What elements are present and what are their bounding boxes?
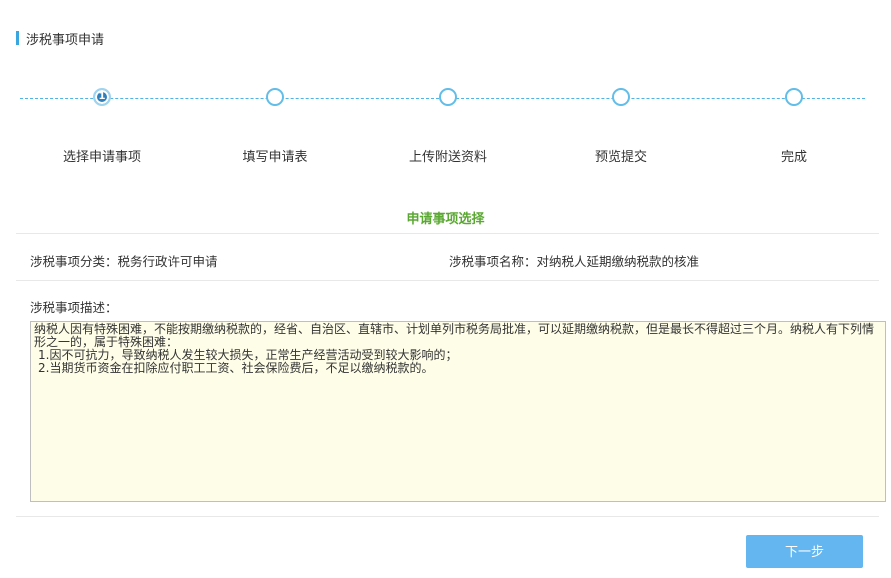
tax-item-name: 涉税事项名称：对纳税人延期缴纳税款的核准	[449, 254, 700, 269]
page-title-text: 涉税事项申请	[26, 32, 105, 48]
divider	[16, 233, 879, 234]
progress-steps: 1 选择申请事项 填写申请表 上传附送资料 预览提交 完成	[0, 86, 891, 166]
next-step-button[interactable]: 下一步	[746, 535, 863, 568]
step-4-label: 预览提交	[594, 150, 647, 165]
tax-item-category: 涉税事项分类：税务行政许可申请	[30, 254, 218, 269]
step-5-label: 完成	[780, 150, 807, 165]
step-select-item: 1 选择申请事项	[42, 86, 162, 165]
divider	[16, 280, 879, 281]
step-1-circle-icon: 1	[93, 88, 111, 106]
step-3-label: 上传附送资料	[408, 150, 487, 165]
description-textarea[interactable]: 纳税人因有特殊困难，不能按期缴纳税款的，经省、自治区、直辖市、计划单列市税务局批…	[30, 321, 886, 502]
step-4-circle-icon	[612, 88, 630, 106]
divider	[16, 516, 879, 517]
step-complete: 完成	[734, 86, 854, 165]
section-title: 申请事项选择	[406, 212, 485, 227]
step-5-circle-icon	[785, 88, 803, 106]
description-label: 涉税事项描述：	[30, 300, 118, 315]
step-fill-form: 填写申请表	[215, 86, 335, 165]
step-2-label: 填写申请表	[242, 150, 308, 165]
description-line: 2.当期货币资金在扣除应付职工工资、社会保险费后，不足以缴纳税款的。	[38, 361, 434, 375]
step-2-circle-icon	[266, 88, 284, 106]
step-1-label: 选择申请事项	[62, 150, 141, 165]
page-title: 涉税事项申请	[16, 30, 105, 48]
step-preview-submit: 预览提交	[561, 86, 681, 165]
step-3-circle-icon	[439, 88, 457, 106]
title-accent-bar	[16, 31, 19, 45]
description-line: 纳税人因有特殊困难，不能按期缴纳税款的，经省、自治区、直辖市、计划单列市税务局批…	[34, 322, 875, 349]
step-upload-materials: 上传附送资料	[388, 86, 508, 165]
